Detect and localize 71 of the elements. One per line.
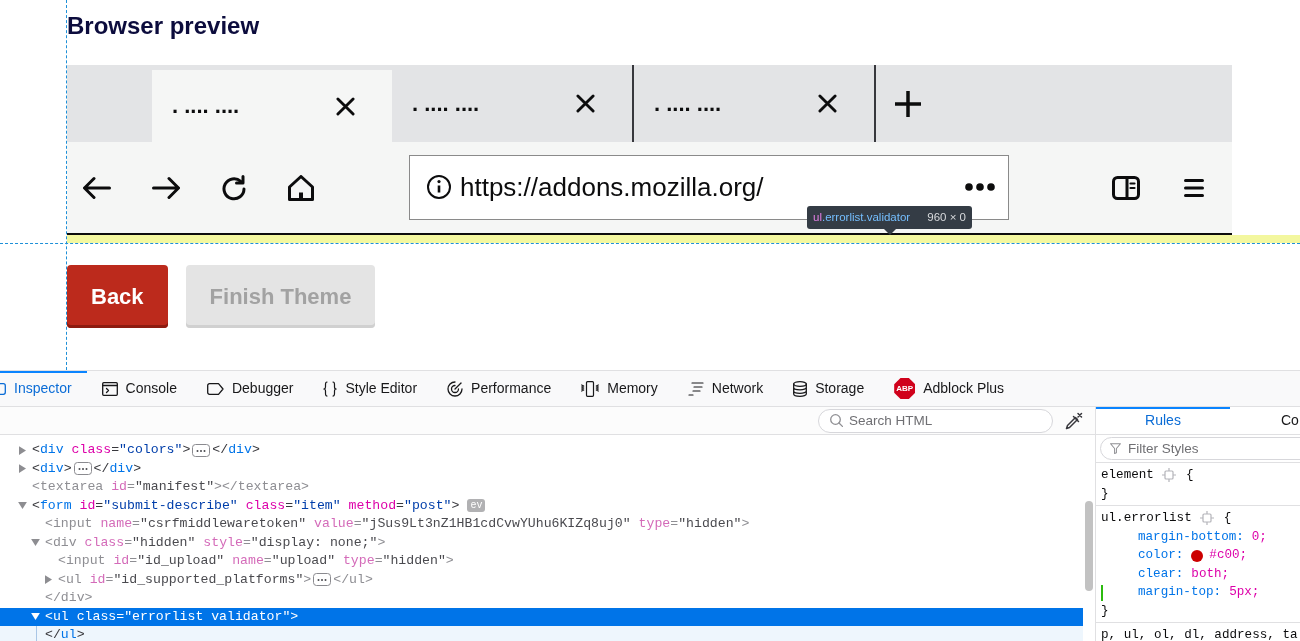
chip-icon	[581, 380, 600, 397]
back-button[interactable]: Back	[67, 265, 168, 328]
gauge-icon	[447, 380, 464, 397]
ellipsis-icon[interactable]	[313, 573, 332, 587]
filter-icon	[1110, 443, 1121, 454]
caret-down-icon[interactable]	[31, 539, 40, 547]
more-dots-icon[interactable]	[965, 183, 995, 191]
sidebar-tab[interactable]: Rules	[1096, 407, 1230, 434]
markup-line[interactable]: <input name="csrfmiddlewaretoken" value="jSus9Lt3nZ1HB1cdCvwYUhu6KIZq8uj0" type="hidden">	[45, 514, 750, 535]
page-title: Browser preview	[67, 11, 260, 41]
devtools-tab[interactable]: Style Editor	[308, 371, 433, 406]
css-selector[interactable]: ul.errorlist	[1101, 508, 1192, 528]
tag-icon	[206, 382, 224, 395]
logo-badge: ABP	[894, 378, 916, 399]
back-arrow-icon[interactable]	[83, 175, 111, 200]
caret-right-icon[interactable]	[45, 575, 52, 585]
color-swatch[interactable]	[1191, 549, 1204, 562]
forward-arrow-icon[interactable]	[152, 175, 180, 200]
close-icon[interactable]	[818, 94, 837, 113]
browser-tab[interactable]: . .... ....	[152, 70, 392, 142]
devtools-tab[interactable]: Storage	[778, 371, 880, 406]
markup-line[interactable]: <form id="submit-describe" class="item" method="post"> ev	[32, 495, 486, 516]
close-icon[interactable]	[576, 94, 595, 113]
markup-line[interactable]: </ul>	[45, 625, 85, 641]
caret-right-icon[interactable]	[19, 445, 26, 455]
devtools-tab[interactable]: Memory	[566, 371, 673, 406]
css-declaration[interactable]: margin-top: 5px;	[1138, 583, 1260, 603]
caret-down-icon[interactable]	[18, 502, 27, 510]
css-declaration[interactable]: color: #c00;	[1138, 546, 1248, 566]
reload-icon[interactable]	[221, 174, 247, 201]
braces-icon	[323, 380, 338, 397]
markup-line[interactable]: <ul class="errorlist validator">	[45, 606, 299, 627]
plus-icon[interactable]	[895, 90, 921, 117]
info-icon[interactable]	[427, 175, 451, 199]
filter-field[interactable]: Filter Styles	[1100, 437, 1300, 460]
markup-line[interactable]: <textarea id="manifest"></textarea>	[32, 477, 310, 498]
sidebar-tab[interactable]: Co	[1230, 407, 1299, 434]
devtools-tab[interactable]: Network	[672, 371, 779, 406]
brace-text: {	[1185, 466, 1194, 484]
sidebar-icon[interactable]	[1112, 175, 1140, 200]
markup-line[interactable]: <input id="id_upload" name="upload" type="hidden">	[58, 551, 454, 572]
markup-line[interactable]: <div class="hidden" style="display: none;">	[45, 532, 386, 553]
brace-text: }	[1101, 602, 1109, 620]
terminal-icon	[101, 381, 118, 396]
close-icon[interactable]	[336, 96, 355, 116]
menu-icon[interactable]	[1184, 178, 1204, 197]
css-declaration[interactable]: clear: both;	[1138, 564, 1230, 584]
search-icon	[830, 413, 843, 427]
eyedropper-icon[interactable]	[1065, 411, 1083, 430]
markup-line[interactable]: <div> </div>	[32, 458, 142, 479]
devtools-tab[interactable]: ABP Adblock Plus	[879, 371, 1020, 406]
devtools-tab[interactable]: Performance	[432, 371, 567, 406]
markup-line[interactable]: <ul id="id_supported_platforms"> </ul>	[58, 569, 373, 590]
caret-right-icon[interactable]	[19, 464, 26, 474]
brace-text: {	[1223, 509, 1232, 527]
ellipsis-icon[interactable]	[192, 443, 211, 457]
css-selector[interactable]: p, ul, ol, dl, address, ta	[1101, 625, 1298, 641]
ellipsis-icon[interactable]	[73, 462, 92, 476]
devtools-tab[interactable]: Inspector	[0, 371, 87, 406]
brace-text: }	[1101, 485, 1109, 503]
caret-down-icon[interactable]	[31, 613, 40, 621]
scrollbar-thumb[interactable]	[1085, 501, 1093, 591]
database-icon	[793, 380, 808, 397]
search-field[interactable]: Search HTML	[818, 408, 1053, 433]
devtools-tab[interactable]: Console	[86, 371, 192, 406]
home-icon[interactable]	[288, 174, 314, 201]
lines-icon	[687, 381, 704, 396]
devtools-tab[interactable]: Debugger	[191, 371, 309, 406]
markup-line[interactable]: <div class="colors"> </div>	[32, 440, 260, 461]
css-selector[interactable]: element	[1101, 465, 1154, 485]
css-declaration[interactable]: margin-bottom: 0;	[1138, 527, 1267, 547]
